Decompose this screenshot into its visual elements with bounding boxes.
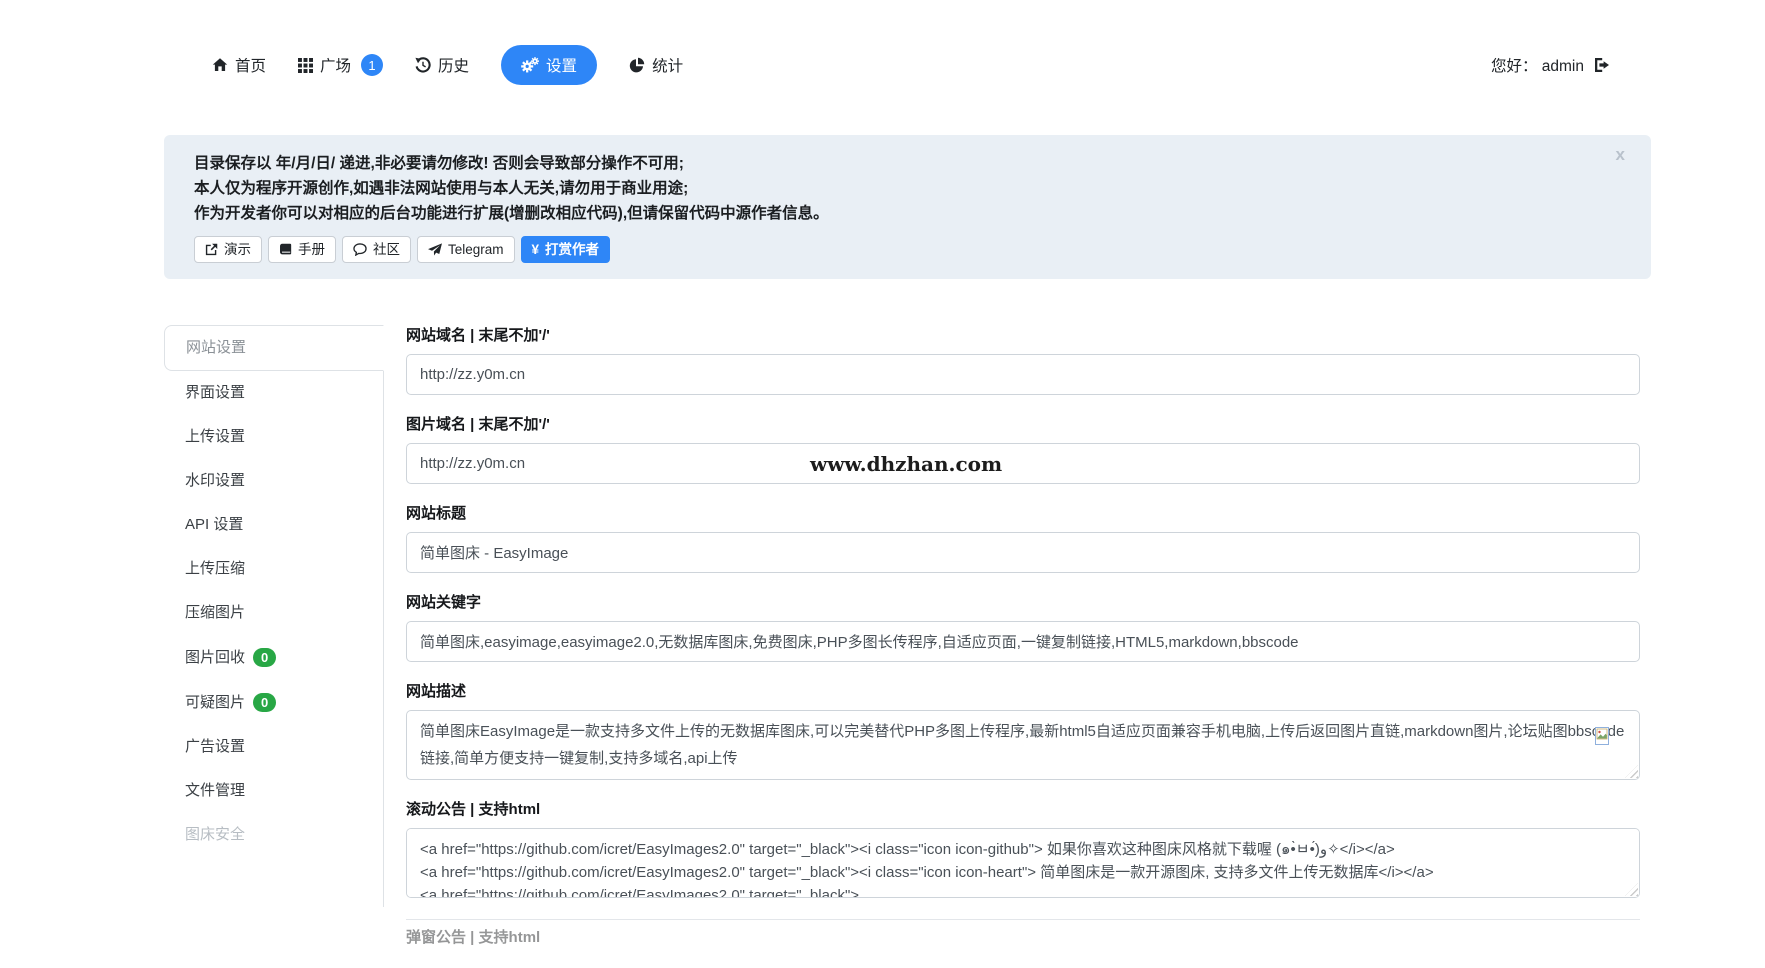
- field-label: 滚动公告 | 支持html: [406, 801, 1640, 819]
- site-description-textarea[interactable]: 简单图床EasyImage是一款支持多文件上传的无数据库图床,可以完美替代PHP…: [406, 710, 1640, 780]
- sidebar-item-label: 可疑图片: [185, 694, 245, 712]
- field-label: 网站标题: [406, 505, 1640, 523]
- sidebar-item-label: 文件管理: [185, 782, 245, 800]
- book-icon: [279, 243, 292, 256]
- nav-user-area: 您好： admin: [1491, 54, 1610, 76]
- sidebar-item-label: 图床安全: [185, 826, 245, 844]
- image-domain-input[interactable]: [406, 443, 1640, 484]
- scroll-announcement-textarea[interactable]: <a href="https://github.com/icret/EasyIm…: [406, 828, 1640, 898]
- sidebar-item-label: 上传设置: [185, 428, 245, 446]
- plane-icon: [428, 243, 442, 256]
- site-keywords-input[interactable]: [406, 621, 1640, 662]
- notice-close-button[interactable]: x: [1616, 145, 1625, 165]
- recycle-count-badge: 0: [253, 648, 276, 667]
- sidebar-item-image-recycle[interactable]: 图片回收 0: [164, 635, 383, 680]
- sidebar-item-compress-image[interactable]: 压缩图片: [164, 591, 383, 635]
- field-label: 网站域名 | 末尾不加'/': [406, 327, 1640, 345]
- telegram-button[interactable]: Telegram: [417, 236, 515, 263]
- nav-item-home[interactable]: 首页: [212, 54, 266, 76]
- notice-line-1: 目录保存以 年/月/日/ 递进,非必要请勿修改! 否则会导致部分操作不可用;: [194, 151, 1621, 176]
- manual-button[interactable]: 手册: [268, 236, 336, 263]
- form-group-popup-announcement: 弹窗公告 | 支持html: [406, 929, 1640, 947]
- sidebar-item-label: 图片回收: [185, 649, 245, 667]
- sidebar-item-upload-compress[interactable]: 上传压缩: [164, 547, 383, 591]
- form-group-site-title: 网站标题: [406, 505, 1640, 573]
- community-button[interactable]: 社区: [342, 236, 411, 263]
- nav-item-settings[interactable]: 设置: [501, 45, 597, 85]
- user-greeting: 您好： admin: [1491, 54, 1584, 76]
- home-icon: [212, 57, 228, 73]
- suspicious-count-badge: 0: [253, 693, 276, 712]
- button-label: 打赏作者: [545, 240, 599, 259]
- form-group-description: 网站描述 简单图床EasyImage是一款支持多文件上传的无数据库图床,可以完美…: [406, 683, 1640, 780]
- nav-item-history[interactable]: 历史: [415, 54, 469, 76]
- button-label: Telegram: [448, 240, 504, 259]
- button-label: 手册: [298, 240, 325, 259]
- notice-line-2: 本人仅为程序开源创作,如遇非法网站使用与本人无关,请勿用于商业用途;: [194, 176, 1621, 201]
- textarea-wrapper: 简单图床EasyImage是一款支持多文件上传的无数据库图床,可以完美替代PHP…: [406, 710, 1640, 780]
- sidebar-item-suspicious-image[interactable]: 可疑图片 0: [164, 680, 383, 725]
- form-group-keywords: 网站关键字: [406, 594, 1640, 662]
- nav-label: 统计: [652, 54, 683, 76]
- section-divider: [406, 919, 1640, 920]
- site-title-input[interactable]: [406, 532, 1640, 573]
- sidebar-item-label: 上传压缩: [185, 560, 245, 578]
- chat-icon: [353, 243, 367, 256]
- nav-label: 首页: [235, 54, 266, 76]
- gears-icon: [521, 57, 539, 73]
- history-icon: [415, 57, 431, 73]
- pie-chart-icon: [629, 57, 645, 73]
- form-group-scroll-announcement: 滚动公告 | 支持html <a href="https://github.co…: [406, 801, 1640, 898]
- form-group-site-domain: 网站域名 | 末尾不加'/': [406, 327, 1640, 395]
- sidebar-item-website-settings[interactable]: 网站设置: [164, 325, 384, 371]
- textarea-wrapper: <a href="https://github.com/icret/EasyIm…: [406, 828, 1640, 898]
- notice-box: x 目录保存以 年/月/日/ 递进,非必要请勿修改! 否则会导致部分操作不可用;…: [164, 135, 1651, 279]
- nav-label: 历史: [438, 54, 469, 76]
- sidebar-item-api-settings[interactable]: API 设置: [164, 503, 383, 547]
- sidebar-item-watermark-settings[interactable]: 水印设置: [164, 459, 383, 503]
- website-settings-form: 网站域名 | 末尾不加'/' 图片域名 | 末尾不加'/' 网站标题 网站关键字…: [384, 325, 1651, 968]
- field-label: 网站关键字: [406, 594, 1640, 612]
- plaza-count-badge: 1: [361, 54, 383, 76]
- grid-icon: [298, 58, 313, 73]
- field-label: 网站描述: [406, 683, 1640, 701]
- nav-item-plaza[interactable]: 广场 1: [298, 54, 383, 76]
- sidebar-item-security[interactable]: 图床安全: [164, 813, 383, 857]
- sidebar-item-label: API 设置: [185, 516, 243, 534]
- nav-menu: 首页 广场 1 历史: [212, 45, 683, 85]
- sidebar-item-upload-settings[interactable]: 上传设置: [164, 415, 383, 459]
- demo-button[interactable]: 演示: [194, 236, 262, 263]
- sidebar-item-label: 广告设置: [185, 738, 245, 756]
- nav-label: 设置: [546, 54, 577, 76]
- external-link-icon: [205, 243, 218, 256]
- sidebar-item-ad-settings[interactable]: 广告设置: [164, 725, 383, 769]
- top-navbar: 首页 广场 1 历史: [164, 0, 1651, 85]
- notice-line-3: 作为开发者你可以对相应的后台功能进行扩展(增删改相应代码),但请保留代码中源作者…: [194, 201, 1621, 226]
- sidebar-item-label: 水印设置: [185, 472, 245, 490]
- form-group-image-domain: 图片域名 | 末尾不加'/': [406, 416, 1640, 484]
- page-shell: 首页 广场 1 历史: [164, 0, 1651, 968]
- sidebar-item-label: 界面设置: [185, 384, 245, 402]
- settings-sidebar: 网站设置 界面设置 上传设置 水印设置 API 设置 上传压缩 压缩图片 图片回…: [164, 325, 384, 907]
- notice-buttons: 演示 手册 社区 Telegram ¥: [194, 236, 1621, 263]
- sign-out-icon[interactable]: [1593, 57, 1610, 73]
- button-label: 社区: [373, 240, 400, 259]
- button-label: 演示: [224, 240, 251, 259]
- sidebar-item-file-manage[interactable]: 文件管理: [164, 769, 383, 813]
- site-domain-input[interactable]: [406, 354, 1640, 395]
- donate-button[interactable]: ¥ 打赏作者: [521, 236, 611, 263]
- nav-item-stats[interactable]: 统计: [629, 54, 683, 76]
- field-label: 图片域名 | 末尾不加'/': [406, 416, 1640, 434]
- settings-content: 网站设置 界面设置 上传设置 水印设置 API 设置 上传压缩 压缩图片 图片回…: [164, 325, 1651, 968]
- field-label: 弹窗公告 | 支持html: [406, 929, 1640, 947]
- sidebar-item-interface-settings[interactable]: 界面设置: [164, 371, 383, 415]
- sidebar-item-label: 压缩图片: [185, 604, 245, 622]
- sidebar-item-label: 网站设置: [186, 339, 246, 357]
- nav-label: 广场: [320, 54, 351, 76]
